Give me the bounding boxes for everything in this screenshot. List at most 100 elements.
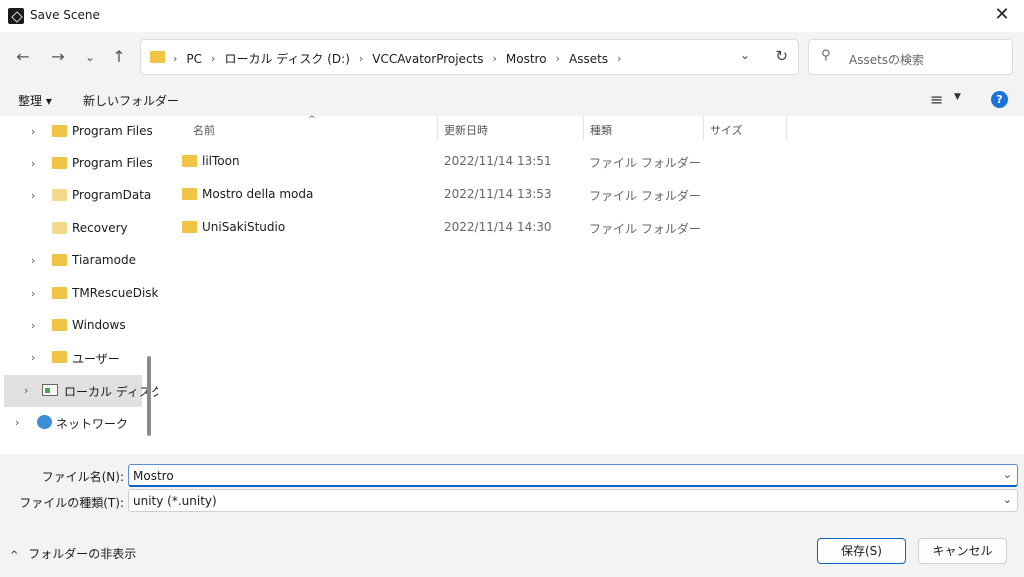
chevron-right-icon[interactable]: › — [556, 52, 560, 65]
sidebar-scrollbar[interactable] — [147, 356, 151, 436]
up-arrow-icon[interactable]: ↑ — [107, 45, 131, 69]
sidebar-item-program-files-x86[interactable]: › Program Files — [0, 148, 153, 180]
sidebar-item-label: Windows — [72, 318, 126, 332]
filetype-value: unity (*.unity) — [133, 494, 217, 508]
folder-icon — [52, 254, 67, 266]
column-header-date[interactable]: 更新日時 — [444, 122, 488, 138]
command-toolbar: 整理 ▾ 新しいフォルダー ≡ ▼ ? — [0, 82, 1024, 116]
chevron-right-icon[interactable]: › — [173, 52, 177, 65]
navigation-pane: › Program Files › Program Files › Progra… — [0, 116, 158, 454]
chevron-right-icon[interactable]: › — [359, 52, 363, 65]
column-divider[interactable] — [703, 116, 704, 140]
sidebar-item-label: Tiaramode — [72, 253, 136, 267]
sidebar-item-label: ネットワーク — [56, 417, 129, 431]
column-divider[interactable] — [583, 116, 584, 140]
folder-icon — [52, 125, 67, 137]
hide-folders-button[interactable]: ^ フォルダーの非表示 — [10, 545, 136, 562]
chevron-up-icon: ^ — [10, 550, 19, 561]
view-options-icon[interactable]: ≡ — [930, 90, 943, 109]
breadcrumb-drive[interactable]: ローカル ディスク (D:) — [224, 50, 349, 67]
drive-icon — [42, 384, 58, 396]
hide-folders-label: フォルダーの非表示 — [28, 547, 137, 561]
sidebar-item-tmrescuedisk[interactable]: › TMRescueDisk — [0, 278, 158, 310]
address-dropdown-icon[interactable]: ⌄ — [740, 48, 750, 62]
recent-locations-chevron-icon[interactable]: ⌄ — [78, 45, 102, 69]
sidebar-item-label: ユーザー — [72, 352, 120, 366]
sidebar-item-label: Recovery — [72, 221, 128, 235]
file-type: ファイル フォルダー — [589, 222, 701, 236]
sidebar-item-programdata[interactable]: › ProgramData — [0, 180, 152, 212]
folder-icon — [52, 157, 67, 169]
chevron-right-icon[interactable]: › — [211, 52, 215, 65]
title-bar: Save Scene ✕ — [0, 0, 1024, 32]
column-header-name[interactable]: 名前 — [193, 122, 215, 138]
breadcrumb: › PC › ローカル ディスク (D:) › VCCAvatorProject… — [173, 50, 630, 67]
column-divider[interactable] — [786, 116, 787, 140]
chevron-right-icon[interactable]: › — [617, 52, 621, 65]
chevron-right-icon[interactable]: › — [31, 351, 35, 364]
breadcrumb-pc[interactable]: PC — [186, 52, 202, 66]
new-folder-button[interactable]: 新しいフォルダー — [83, 92, 179, 109]
view-dropdown-icon[interactable]: ▼ — [954, 92, 961, 102]
search-box[interactable]: ⚲ Assetsの検索 — [808, 39, 1013, 75]
sidebar-item-program-files[interactable]: › Program Files — [0, 116, 153, 148]
folder-icon — [182, 188, 197, 200]
filename-field[interactable]: Mostro ⌄ — [128, 464, 1018, 487]
breadcrumb-projects[interactable]: VCCAvatorProjects — [372, 52, 483, 66]
chevron-down-icon[interactable]: ⌄ — [1003, 468, 1012, 481]
list-item[interactable]: UniSakiStudio 2022/11/14 14:30 ファイル フォルダ… — [178, 212, 878, 244]
column-divider[interactable] — [437, 116, 438, 140]
folder-icon — [52, 319, 67, 331]
chevron-right-icon[interactable]: › — [31, 254, 35, 267]
chevron-right-icon[interactable]: › — [24, 384, 28, 397]
sidebar-item-windows[interactable]: › Windows — [0, 310, 148, 342]
window-title: Save Scene — [30, 8, 100, 22]
sidebar-item-label: ProgramData — [72, 188, 152, 202]
chevron-right-icon[interactable]: › — [31, 125, 35, 138]
forward-arrow-icon[interactable]: → — [46, 45, 70, 69]
sidebar-item-label: Program Files — [72, 124, 153, 138]
refresh-icon[interactable]: ↻ — [775, 47, 788, 65]
sidebar-item-recovery[interactable]: Recovery — [0, 213, 148, 245]
save-form: ファイル名(N): Mostro ⌄ ファイルの種類(T): unity (*.… — [0, 454, 1024, 577]
address-bar[interactable]: › PC › ローカル ディスク (D:) › VCCAvatorProject… — [140, 39, 799, 75]
file-list-pane: ^ 名前 更新日時 種類 サイズ lilToon 2022/11/14 13:5… — [158, 115, 1024, 454]
sidebar-item-network[interactable]: › ネットワーク — [0, 407, 148, 439]
chevron-right-icon[interactable]: › — [31, 287, 35, 300]
back-arrow-icon[interactable]: ← — [11, 45, 35, 69]
list-item[interactable]: lilToon 2022/11/14 13:51 ファイル フォルダー — [178, 146, 878, 178]
folder-icon — [52, 222, 67, 234]
sort-ascending-icon: ^ — [308, 115, 316, 125]
organize-menu-button[interactable]: 整理 ▾ — [18, 92, 52, 109]
file-date: 2022/11/14 13:53 — [444, 187, 552, 201]
breadcrumb-mostro[interactable]: Mostro — [506, 52, 547, 66]
file-type: ファイル フォルダー — [589, 156, 701, 170]
cancel-button[interactable]: キャンセル — [918, 538, 1007, 564]
file-date: 2022/11/14 13:51 — [444, 154, 552, 168]
sidebar-item-users[interactable]: › ユーザー — [0, 342, 148, 374]
filename-label: ファイル名(N): — [41, 470, 124, 484]
save-button[interactable]: 保存(S) — [817, 538, 906, 564]
chevron-right-icon[interactable]: › — [31, 157, 35, 170]
sidebar-item-tiaramode[interactable]: › Tiaramode — [0, 245, 148, 277]
column-header-size[interactable]: サイズ — [710, 122, 743, 138]
chevron-right-icon[interactable]: › — [31, 189, 35, 202]
chevron-down-icon[interactable]: ⌄ — [1003, 493, 1012, 506]
filetype-select[interactable]: unity (*.unity) ⌄ — [128, 489, 1018, 512]
close-button[interactable]: ✕ — [988, 4, 1016, 28]
file-date: 2022/11/14 14:30 — [444, 220, 552, 234]
column-header-type[interactable]: 種類 — [590, 122, 612, 138]
folder-icon — [182, 155, 197, 167]
network-icon — [37, 415, 52, 429]
sidebar-item-local-disk[interactable]: › ローカル ディスク — [4, 375, 158, 407]
chevron-right-icon[interactable]: › — [31, 319, 35, 332]
file-name: lilToon — [202, 154, 240, 168]
help-icon[interactable]: ? — [991, 91, 1008, 108]
breadcrumb-assets[interactable]: Assets — [569, 52, 608, 66]
sidebar-item-label: TMRescueDisk — [72, 286, 158, 300]
filetype-label: ファイルの種類(T): — [19, 496, 124, 510]
chevron-right-icon[interactable]: › — [493, 52, 497, 65]
search-input[interactable]: Assetsの検索 — [849, 51, 924, 68]
list-item[interactable]: Mostro della moda 2022/11/14 13:53 ファイル … — [178, 179, 878, 211]
chevron-right-icon[interactable]: › — [15, 416, 19, 429]
